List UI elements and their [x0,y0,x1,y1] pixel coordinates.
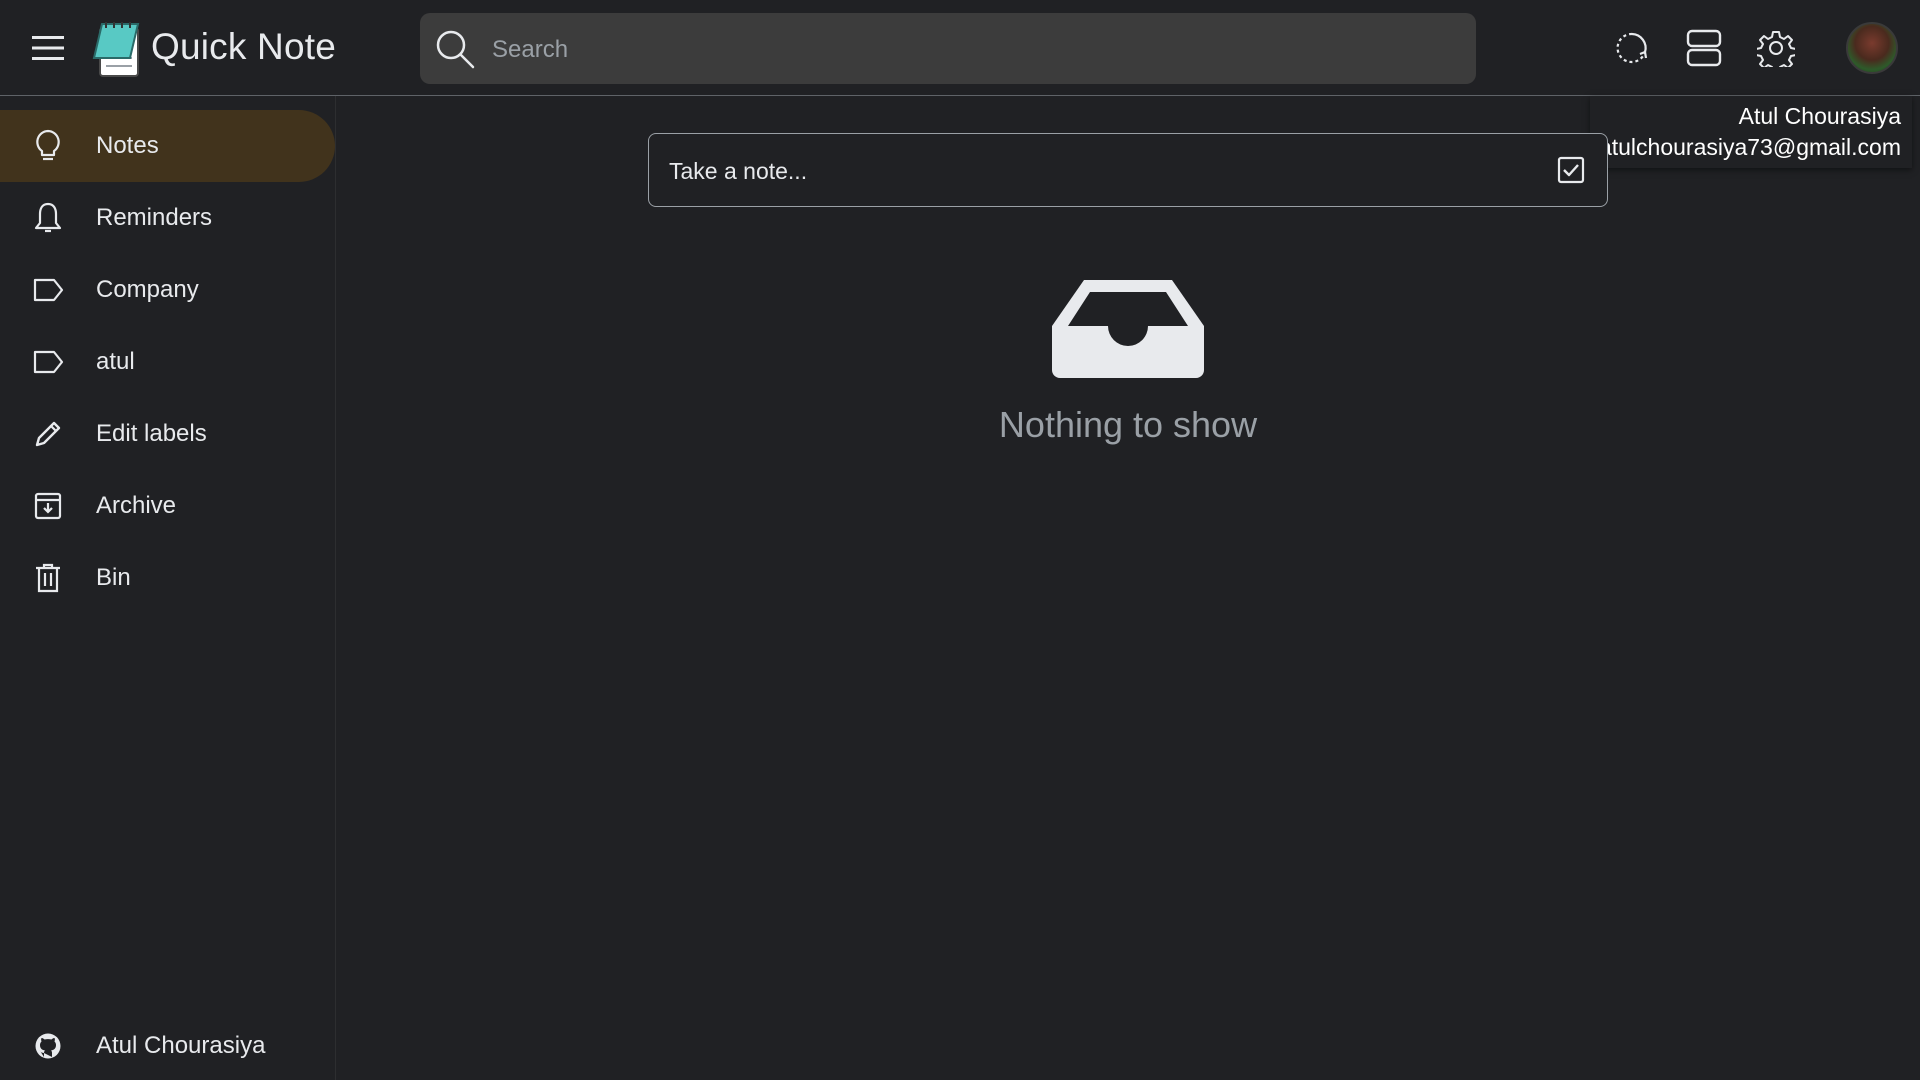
sidebar-item-label: Company [96,276,199,303]
refresh-icon [1616,32,1648,64]
archive-icon [30,488,66,524]
sidebar-item-archive[interactable]: Archive [0,470,335,542]
search-input[interactable] [490,13,1454,86]
search-icon[interactable] [434,28,476,70]
avatar[interactable] [1846,22,1898,74]
github-profile-label: Atul Chourasiya [96,1032,266,1059]
bell-icon [30,200,66,236]
settings-button[interactable] [1752,24,1800,72]
layout-toggle-button[interactable] [1680,24,1728,72]
sidebar-item-label: Edit labels [96,420,207,447]
account-email: atulchourasiya73@gmail.com [1598,134,1901,160]
take-note-box [648,133,1608,208]
empty-state-message: Nothing to show [998,404,1258,445]
sidebar-item-edit-labels[interactable]: Edit labels [0,398,335,470]
sidebar-item-label: Bin [96,564,131,591]
top-app-bar: Quick Note [0,0,1920,96]
pencil-icon [30,416,66,452]
search-bar [420,13,1476,86]
sidebar-item-bin[interactable]: Bin [0,542,335,614]
github-profile-link[interactable]: Atul Chourasiya [0,1008,335,1080]
list-view-icon [1686,29,1722,67]
account-name: Atul Chourasiya [1738,103,1901,129]
sidebar: Notes Reminders Company atul Edit labels… [0,96,336,1080]
empty-inbox-icon [1052,280,1204,378]
app-title: Quick Note [151,26,337,67]
sidebar-item-atul[interactable]: atul [0,326,335,398]
notepad-logo [92,22,140,77]
trash-icon [30,560,66,596]
main-menu-button[interactable] [24,24,72,72]
take-note-input[interactable] [667,134,1531,208]
sidebar-item-label: Reminders [96,204,213,231]
sidebar-item-reminders[interactable]: Reminders [0,182,335,254]
checkbox-icon [1557,156,1585,184]
label-icon [30,272,66,308]
sidebar-item-label: atul [96,348,135,375]
account-tooltip: Atul Chourasiya atulchourasiya73@gmail.c… [1590,96,1912,168]
menu-icon [32,36,64,60]
github-icon [30,1028,66,1064]
sidebar-item-notes[interactable]: Notes [0,110,335,182]
sidebar-item-company[interactable]: Company [0,254,335,326]
new-list-button[interactable] [1553,152,1589,188]
lightbulb-icon [30,128,66,164]
refresh-button[interactable] [1608,24,1656,72]
label-icon [30,344,66,380]
sidebar-item-label: Notes [96,132,159,159]
gear-icon [1757,31,1795,67]
sidebar-item-label: Archive [96,492,177,519]
